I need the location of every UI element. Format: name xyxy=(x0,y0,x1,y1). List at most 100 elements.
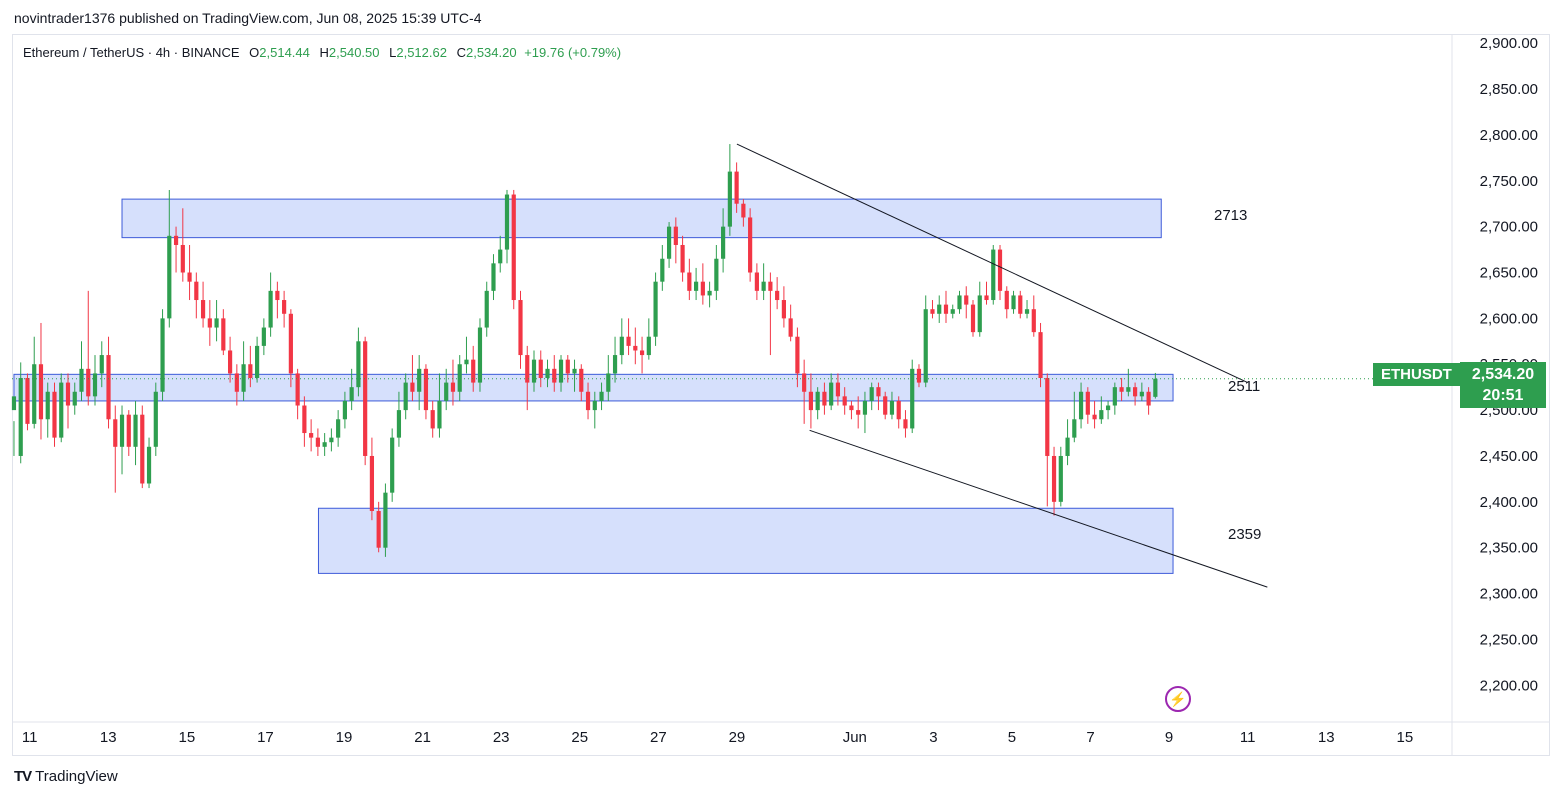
tradingview-logo[interactable]: TV TradingView xyxy=(14,768,118,785)
candle-body xyxy=(471,359,476,383)
candle-body xyxy=(727,171,732,227)
candle-body xyxy=(687,272,692,291)
candle-body xyxy=(680,244,685,273)
candle-body xyxy=(1058,455,1063,502)
candle-body xyxy=(1018,295,1023,314)
candle-body xyxy=(646,336,651,356)
candle-body xyxy=(1051,455,1057,502)
bar-countdown: 20:51 xyxy=(1482,387,1524,404)
symbol-name[interactable]: Ethereum / TetherUS · 4h · BINANCE xyxy=(23,45,240,60)
candle-body xyxy=(930,309,935,314)
candle-body xyxy=(795,336,800,374)
candle-body xyxy=(295,373,300,406)
candle-body xyxy=(552,368,557,383)
candle-body xyxy=(1119,387,1124,392)
candle-body xyxy=(153,391,158,447)
candle-body xyxy=(25,378,30,424)
candle-body xyxy=(363,341,368,456)
candle-body xyxy=(92,373,98,397)
candle-body xyxy=(464,359,469,365)
candle-body xyxy=(248,364,253,378)
candle-body xyxy=(106,355,111,420)
candle-body xyxy=(808,391,814,411)
x-tick-label: 15 xyxy=(1397,729,1414,746)
candle-body xyxy=(1105,405,1111,411)
candle-body xyxy=(498,249,503,264)
candle-body xyxy=(997,249,1003,291)
candle-body xyxy=(302,405,307,434)
candle-body xyxy=(288,313,293,374)
candle-body xyxy=(403,382,408,411)
candle-body xyxy=(457,364,462,392)
candle-body xyxy=(119,414,125,447)
candle-body xyxy=(545,368,550,378)
candle-body xyxy=(538,359,543,378)
candle-body xyxy=(187,272,192,282)
candle-body xyxy=(133,414,138,447)
price-chart[interactable]: 2,900.00 2,850.00 2,800.00 2,750.00 2,700.00… xyxy=(0,0,1563,800)
candle-body xyxy=(984,295,989,301)
candle-body xyxy=(1045,378,1050,456)
candle-body xyxy=(376,511,381,548)
candle-body xyxy=(741,203,746,218)
x-tick-label: 23 xyxy=(493,729,510,746)
last-price-value: 2,534.20 xyxy=(1471,366,1535,383)
candle-body xyxy=(241,364,246,392)
candle-body xyxy=(849,405,854,411)
candle-body xyxy=(585,391,591,411)
candle-body xyxy=(423,368,429,411)
candle-body xyxy=(748,217,753,273)
candle-body xyxy=(950,309,955,314)
candle-body xyxy=(221,318,226,351)
candle-body xyxy=(781,300,786,319)
x-tick-label: 3 xyxy=(929,729,937,746)
candle-body xyxy=(626,336,631,346)
candle-body xyxy=(444,382,449,401)
zone-2511 xyxy=(13,373,1174,402)
candle-body xyxy=(1072,419,1077,438)
candle-body xyxy=(558,359,564,383)
zone-label-2511: 2511 xyxy=(1228,378,1261,395)
candle-body xyxy=(957,295,962,310)
candle-body xyxy=(18,378,23,456)
candle-body xyxy=(579,368,584,392)
candle-body xyxy=(970,304,976,333)
high-label: H xyxy=(319,45,329,60)
candle-body xyxy=(167,235,172,319)
candle-body xyxy=(268,290,273,328)
candle-body xyxy=(592,400,597,411)
y-tick-label: 2,650.00 xyxy=(1480,265,1538,282)
candle-body xyxy=(86,368,91,397)
candle-body xyxy=(889,400,895,415)
candle-body xyxy=(943,304,949,314)
y-tick-label: 2,750.00 xyxy=(1480,173,1538,190)
x-tick-label: 13 xyxy=(100,729,117,746)
candle-body xyxy=(734,171,739,204)
candle-body xyxy=(707,290,712,296)
y-tick-label: 2,900.00 xyxy=(1480,35,1538,52)
candle-body xyxy=(673,226,678,245)
open-value: 2,514.44 xyxy=(259,45,310,60)
candle-body xyxy=(234,373,239,392)
candle-body xyxy=(660,258,665,282)
candle-body xyxy=(261,327,266,346)
candle-body xyxy=(788,318,793,337)
candle-body xyxy=(768,281,773,291)
candle-body xyxy=(396,410,402,438)
high-value: 2,540.50 xyxy=(328,45,380,60)
candle-body xyxy=(349,387,354,401)
zone-label-2359: 2359 xyxy=(1228,526,1262,543)
y-tick-label: 2,800.00 xyxy=(1480,127,1538,144)
candle-body xyxy=(194,281,199,301)
y-tick-label: 2,450.00 xyxy=(1480,448,1538,465)
last-price-tag: 2,534.20 20:51 xyxy=(1460,362,1546,408)
x-tick-label: 13 xyxy=(1318,729,1335,746)
candle-body xyxy=(829,382,834,406)
change-value: +19.76 (+0.79%) xyxy=(524,45,622,60)
bolt-icon[interactable]: ⚡ xyxy=(1165,686,1191,712)
candle-body xyxy=(1024,309,1030,314)
candle-body xyxy=(200,300,206,319)
candle-body xyxy=(903,419,908,429)
y-tick-label: 2,250.00 xyxy=(1480,631,1538,648)
candle-body xyxy=(599,391,604,401)
